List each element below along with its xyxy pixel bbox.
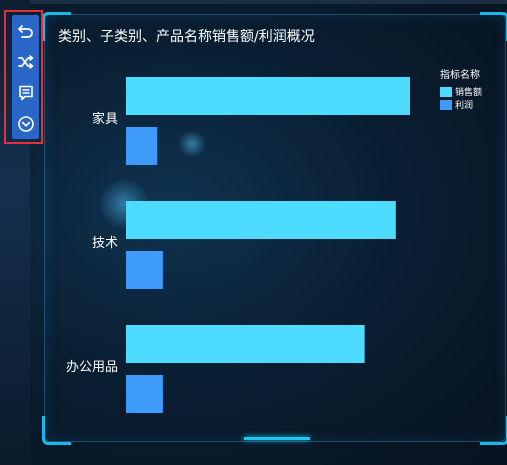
category-label: 家具: [92, 111, 118, 127]
legend: 指标名称 销售额 利润: [440, 66, 482, 111]
chevron-down-circle-icon: [17, 115, 34, 132]
legend-swatch-sales: [440, 86, 452, 97]
shuffle-icon: [17, 54, 33, 69]
bar-sales[interactable]: [126, 201, 396, 239]
bar-sales[interactable]: [126, 325, 365, 363]
legend-title: 指标名称: [440, 70, 480, 81]
undo-icon: [17, 24, 33, 38]
bar-profit[interactable]: [126, 127, 158, 165]
expand-button[interactable]: [15, 113, 37, 135]
bar-sales[interactable]: [126, 77, 410, 115]
legend-label-sales: 销售额: [455, 88, 483, 98]
bar-profit[interactable]: [126, 375, 163, 413]
legend-item-sales[interactable]: 销售额: [440, 85, 482, 98]
comment-button[interactable]: [15, 82, 37, 104]
legend-swatch-profit: [440, 99, 452, 110]
undo-button[interactable]: [15, 20, 37, 42]
category-label: 技术: [92, 236, 118, 251]
toolbar: [12, 15, 39, 139]
toolbar-highlight: [4, 10, 43, 144]
legend-label-profit: 利润: [455, 101, 474, 111]
category-label: 办公用品: [66, 360, 118, 375]
bar-profit[interactable]: [126, 251, 163, 289]
shuffle-button[interactable]: [15, 51, 37, 73]
legend-item-profit[interactable]: 利润: [440, 98, 482, 111]
bar-chart: 家具技术办公用品: [66, 77, 410, 413]
comment-icon: [18, 85, 33, 100]
